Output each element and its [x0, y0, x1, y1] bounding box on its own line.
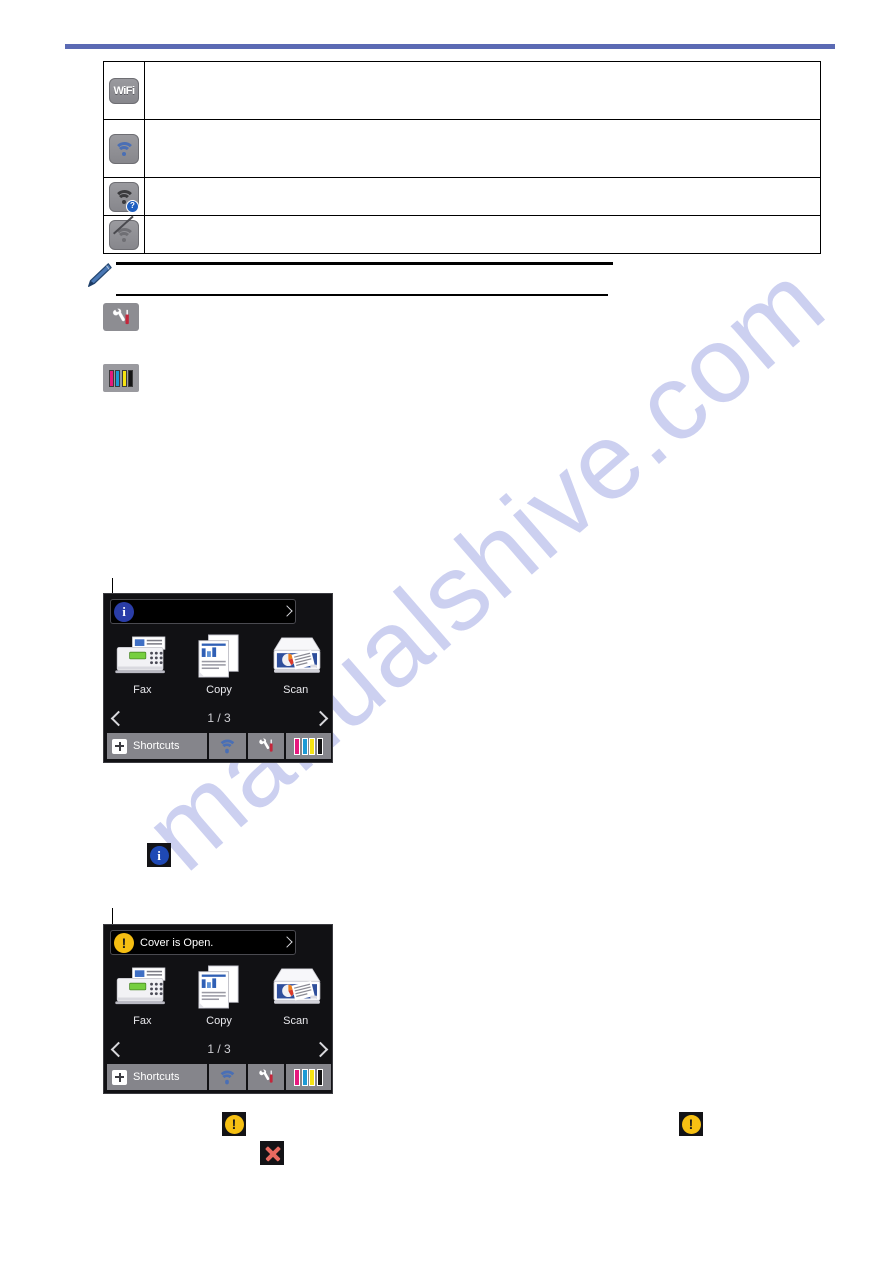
lcd-app-grid: Fax Copy Scan	[104, 628, 332, 706]
lcd-app-label: Fax	[133, 684, 152, 696]
ink-cartridge-icon	[103, 364, 139, 392]
plus-icon	[112, 1069, 127, 1085]
note-rule-bottom	[116, 294, 608, 296]
lcd-app-copy[interactable]: Copy	[181, 628, 258, 706]
note-rule-top	[116, 262, 613, 266]
wifi-disabled-icon	[109, 215, 139, 250]
lcd-app-fax[interactable]: Fax	[104, 959, 181, 1037]
table-cell-icon	[103, 119, 145, 178]
table-cell-description	[144, 61, 821, 120]
flatbed-scanner-icon	[268, 959, 324, 1015]
chevron-left-icon[interactable]	[110, 710, 126, 726]
inline-ink-icon-row	[103, 364, 139, 392]
table-row: ?	[103, 177, 821, 216]
fax-machine-icon	[113, 959, 171, 1015]
copy-documents-icon	[195, 628, 243, 684]
wifi-connected-icon	[109, 133, 139, 164]
lcd-taskbar: Shortcuts	[107, 1064, 331, 1090]
lcd-shortcuts-button[interactable]: Shortcuts	[107, 1064, 207, 1090]
standalone-warning-icon: !	[222, 1112, 246, 1136]
lcd-app-grid: Fax Copy Scan	[104, 959, 332, 1037]
lcd-status-text: Cover is Open.	[140, 936, 214, 949]
lcd-taskbar: Shortcuts	[107, 733, 331, 759]
table-cell-description	[144, 215, 821, 254]
wifi-question-icon: ?	[109, 181, 139, 213]
chevron-right-icon[interactable]	[312, 1041, 328, 1057]
table-cell-description	[144, 119, 821, 178]
lcd-app-label: Fax	[133, 1015, 152, 1027]
lcd-wifi-button[interactable]	[209, 733, 246, 759]
lcd-home-screen-info: i Fax Copy Scan 1 / 3 Shortcuts	[103, 593, 333, 763]
lcd-app-fax[interactable]: Fax	[104, 628, 181, 706]
pencil-note-icon	[88, 263, 112, 287]
wifi-text-badge-icon: WiFi	[109, 77, 139, 104]
lcd-app-label: Scan	[283, 684, 309, 696]
flatbed-scanner-icon	[268, 628, 324, 684]
lcd-pager: 1 / 3	[104, 1037, 332, 1061]
manual-page: WiFi ? i Fax Copy Scan 1 / 3 Shortcuts i…	[0, 0, 893, 1263]
lcd-app-label: Scan	[283, 1015, 309, 1027]
warning-icon[interactable]: !	[114, 932, 134, 953]
info-icon[interactable]: i	[114, 601, 134, 622]
table-row	[103, 119, 821, 178]
table-cell-icon	[103, 215, 145, 254]
standalone-info-icon: i	[147, 843, 171, 867]
status-icon-table: WiFi ?	[103, 61, 821, 254]
chevron-left-icon[interactable]	[110, 1041, 126, 1057]
lcd-app-label: Copy	[206, 1015, 232, 1027]
lcd-pager: 1 / 3	[104, 706, 332, 730]
lcd-statusbar[interactable]: i	[110, 599, 296, 624]
header-accent-rule	[65, 44, 835, 49]
standalone-error-cross-icon	[260, 1141, 284, 1165]
lcd-shortcuts-button[interactable]: Shortcuts	[107, 733, 207, 759]
lcd-app-copy[interactable]: Copy	[181, 959, 258, 1037]
lcd-app-scan[interactable]: Scan	[257, 628, 332, 706]
chevron-right-icon[interactable]	[281, 604, 293, 618]
inline-settings-icon-row	[103, 303, 139, 331]
copy-documents-icon	[195, 959, 243, 1015]
chevron-right-icon[interactable]	[281, 935, 293, 949]
lcd-app-label: Copy	[206, 684, 232, 696]
lcd-pager-label: 1 / 3	[207, 1042, 231, 1056]
lcd-statusbar[interactable]: ! Cover is Open.	[110, 930, 296, 955]
table-cell-description	[144, 177, 821, 216]
lcd-ink-button[interactable]	[286, 733, 331, 759]
lcd-shortcuts-label: Shortcuts	[133, 740, 180, 752]
plus-icon	[112, 738, 127, 754]
lcd-home-screen-warning: ! Cover is Open. Fax Copy Scan 1 / 3 Sho…	[103, 924, 333, 1094]
lcd-wifi-button[interactable]	[209, 1064, 246, 1090]
lcd-ink-button[interactable]	[286, 1064, 331, 1090]
settings-wrench-screwdriver-icon	[259, 1069, 273, 1083]
lcd-settings-button[interactable]	[247, 733, 284, 759]
settings-wrench-screwdriver-icon	[103, 303, 139, 331]
table-row	[103, 215, 821, 254]
fax-machine-icon	[113, 628, 171, 684]
standalone-warning-icon-right: !	[679, 1112, 703, 1136]
chevron-right-icon[interactable]	[312, 710, 328, 726]
settings-wrench-screwdriver-icon	[259, 738, 273, 752]
lcd-app-scan[interactable]: Scan	[257, 959, 332, 1037]
question-badge-icon: ?	[126, 199, 139, 213]
lcd-pager-label: 1 / 3	[207, 711, 231, 725]
lcd-shortcuts-label: Shortcuts	[133, 1071, 180, 1083]
table-cell-icon: WiFi	[103, 61, 145, 120]
lcd-settings-button[interactable]	[247, 1064, 284, 1090]
table-row: WiFi	[103, 61, 821, 120]
table-cell-icon: ?	[103, 177, 145, 216]
